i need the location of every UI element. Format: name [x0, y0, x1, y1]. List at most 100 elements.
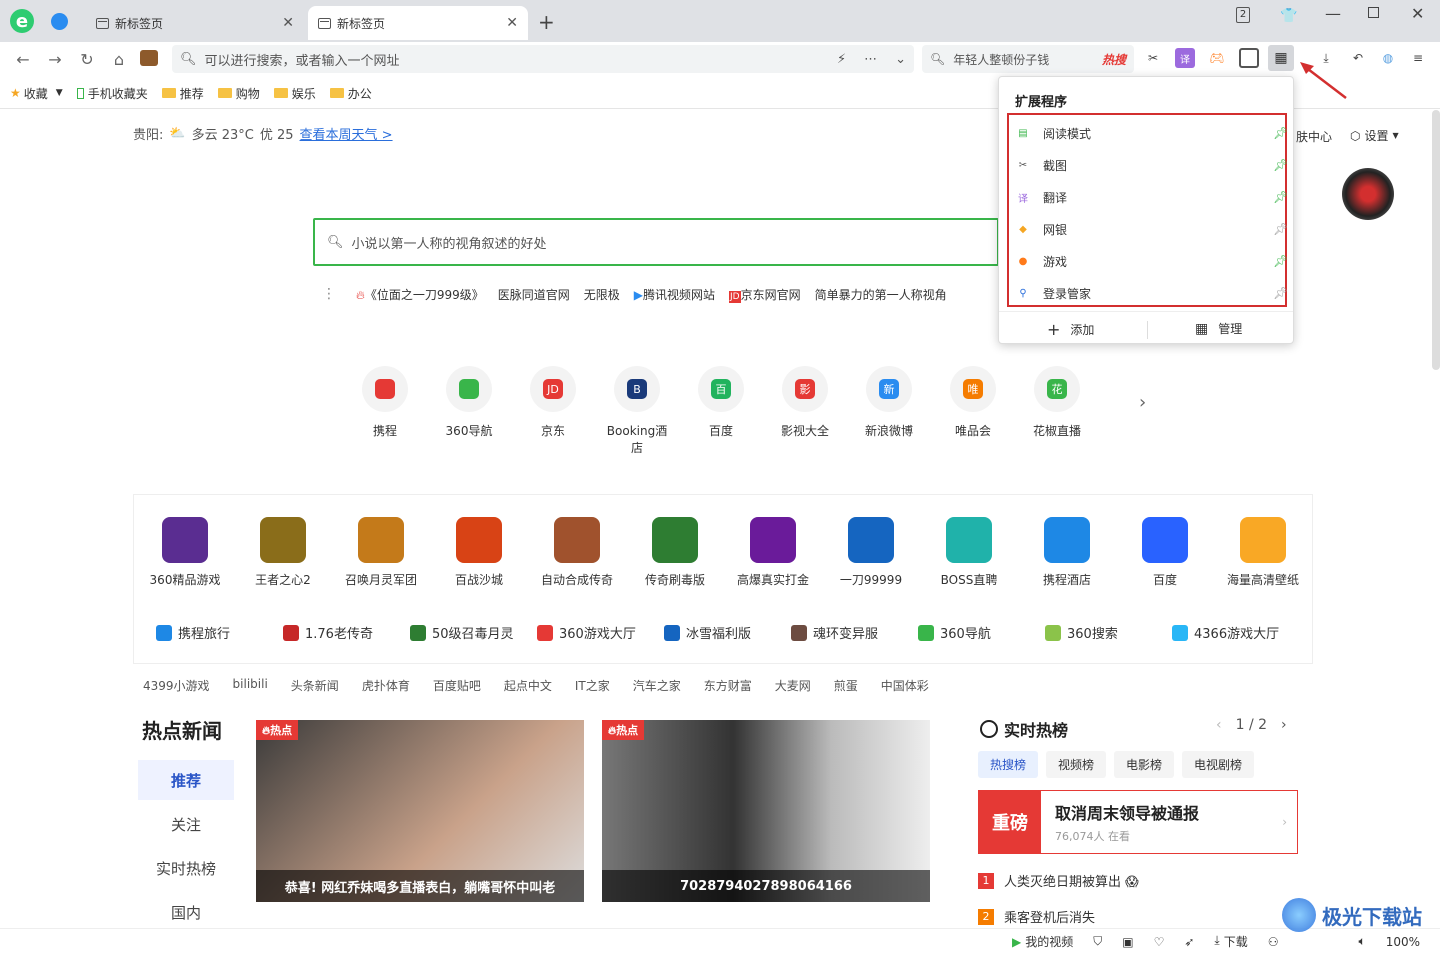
shield-icon[interactable]: ⛉ [1093, 934, 1102, 949]
back-icon[interactable]: ← [12, 48, 34, 70]
home-icon[interactable]: ⌂ [108, 48, 130, 70]
bookmark-folder[interactable]: 推荐 [161, 85, 204, 102]
site-item[interactable]: 新新浪微博 [857, 366, 921, 456]
weather-week-link[interactable]: 查看本周天气 > [300, 124, 393, 143]
text-link[interactable]: 煎蛋 [834, 677, 858, 694]
site-item[interactable]: JD 京东 [521, 366, 585, 456]
game-link[interactable]: 携程旅行 [156, 623, 283, 642]
game-item[interactable]: BOSS直聘 [920, 517, 1018, 588]
skin-center-link[interactable]: 肤中心 [1296, 128, 1332, 145]
extension-row[interactable]: ◆ 网银 📌︎ [999, 213, 1293, 245]
text-link[interactable]: 中国体彩 [881, 677, 929, 694]
hot-link[interactable]: ▶腾讯视频网站 [634, 286, 715, 303]
site-item[interactable]: 360导航 [437, 366, 501, 456]
site-item[interactable]: 携程 [353, 366, 417, 456]
gamepad-icon[interactable]: 🎮︎ [1207, 48, 1227, 68]
pin-icon[interactable]: 📌︎ [1273, 158, 1288, 172]
chevron-down-icon[interactable]: ⌄ [895, 52, 906, 67]
tab-count-badge[interactable]: 2 [1236, 7, 1250, 23]
game-link[interactable]: 360游戏大厅 [537, 623, 664, 642]
main-search-input[interactable]: 🔍︎ 小说以第一人称的视角叙述的好处 [313, 218, 999, 266]
extension-row[interactable]: ⚲ 登录管家 📌︎ [999, 277, 1293, 309]
hot-link[interactable]: 医脉同道官网 [498, 286, 570, 303]
game-item[interactable]: 百度 [1116, 517, 1214, 588]
news-tab-follow[interactable]: 关注 [138, 804, 234, 844]
site-item[interactable]: 唯唯品会 [941, 366, 1005, 456]
tab-1[interactable]: 新标签页 ✕ [86, 6, 304, 40]
text-link[interactable]: 虎扑体育 [362, 677, 410, 694]
send-icon[interactable] [51, 13, 68, 30]
game-link[interactable]: 魂环变异服 [791, 623, 918, 642]
news-tab-recommend[interactable]: 推荐 [138, 760, 234, 800]
more-icon[interactable]: ⋯ [864, 52, 877, 67]
game-link[interactable]: 冰雪福利版 [664, 623, 791, 642]
news-card[interactable]: 🔥︎热点 恭喜! 网红乔妹喝多直播表白，躺嘴哥怀中叫老 [256, 720, 584, 902]
game-link[interactable]: 50级召毒月灵 [410, 623, 537, 642]
bookmark-favorites[interactable]: ★ 收藏 ▼ [10, 85, 63, 102]
new-tab-button[interactable]: + [538, 10, 555, 34]
lightning-icon[interactable]: ⚡ [837, 52, 846, 67]
game-link[interactable]: 360导航 [918, 623, 1045, 642]
text-link[interactable]: 头条新闻 [291, 677, 339, 694]
extension-row[interactable]: ● 游戏 📌︎ [999, 245, 1293, 277]
hot-link[interactable]: 简单暴力的第一人称视角 [815, 286, 947, 303]
extension-row[interactable]: ✂ 截图 📌︎ [999, 149, 1293, 181]
hot-search-badge[interactable]: 热搜 [1102, 51, 1126, 68]
rocket-icon[interactable]: ➶ [1184, 935, 1194, 949]
add-extension-button[interactable]: + 添加 [1047, 320, 1094, 339]
pin-icon[interactable]: 📌︎ [1273, 190, 1288, 204]
briefcase-icon[interactable] [140, 50, 158, 66]
hot-link[interactable]: 无限极 [584, 286, 620, 303]
side-search-box[interactable]: 🔍︎ 年轻人整顿份子钱 热搜 [922, 45, 1134, 73]
site-item[interactable]: 花花椒直播 [1025, 366, 1089, 456]
news-tab-domestic[interactable]: 国内 [138, 892, 234, 932]
site-item[interactable]: B Booking酒店 [605, 366, 669, 456]
speaker-icon[interactable]: 🔈︎ [1358, 934, 1365, 949]
tab-close-icon[interactable]: ✕ [506, 15, 518, 31]
bookmark-folder[interactable]: 购物 [217, 85, 260, 102]
download-button[interactable]: ⤓ 下载 [1214, 933, 1247, 950]
rank-item[interactable]: 1 人类灭绝日期被算出 😱 [978, 871, 1139, 890]
text-link[interactable]: 汽车之家 [633, 677, 681, 694]
game-link[interactable]: 4366游戏大厅 [1172, 623, 1299, 642]
address-bar[interactable]: 🔍︎ 可以进行搜索，或者输入一个网址 ⚡ ⋯ ⌄ [172, 45, 914, 73]
browser-logo-icon[interactable]: e [10, 9, 34, 33]
game-item[interactable]: 自动合成传奇 [528, 517, 626, 588]
menu-icon[interactable]: ≡ [1408, 48, 1428, 68]
featured-rank[interactable]: 重磅 取消周末领导被通报 76,074人 在看 › [978, 790, 1298, 854]
chevron-right-icon[interactable]: › [1139, 392, 1146, 413]
game-item[interactable]: 高爆真实打金 [724, 517, 822, 588]
rank-tab[interactable]: 热搜榜 [978, 751, 1039, 778]
tab-close-icon[interactable]: ✕ [282, 15, 294, 31]
text-link[interactable]: 东方财富 [704, 677, 752, 694]
scissors-icon[interactable]: ✂ [1143, 48, 1163, 68]
extension-row[interactable]: ▤ 阅读模式 📌︎ [999, 117, 1293, 149]
game-item[interactable]: 王者之心2 [234, 517, 332, 588]
game-link[interactable]: 1.76老传奇 [283, 623, 410, 642]
rank-item[interactable]: 2 乘客登机后消失 [978, 907, 1095, 926]
game-item[interactable]: 一刀99999 [822, 517, 920, 588]
extension-row[interactable]: 译 翻译 📌︎ [999, 181, 1293, 213]
chevron-right-icon[interactable]: › [1281, 717, 1287, 733]
maximize-button[interactable] [1368, 7, 1379, 18]
zoom-level[interactable]: 100% [1386, 935, 1420, 949]
site-item[interactable]: 影影视大全 [773, 366, 837, 456]
text-link[interactable]: 4399小游戏 [143, 677, 210, 694]
rank-tab[interactable]: 视频榜 [1046, 751, 1107, 778]
skin-shirt-icon[interactable]: 👕 [1280, 8, 1297, 24]
text-link[interactable]: bilibili [233, 677, 268, 694]
my-video-button[interactable]: ▶ 我的视频 [1012, 933, 1073, 950]
bookmark-folder[interactable]: 办公 [329, 85, 372, 102]
game-item[interactable]: 传奇刷毒版 [626, 517, 724, 588]
avatar[interactable] [1342, 168, 1394, 220]
extensions-grid-icon[interactable]: ▦ [1268, 45, 1294, 71]
more-vertical-icon[interactable]: ⋮ [322, 286, 336, 302]
forward-icon[interactable]: → [44, 48, 66, 70]
hot-link[interactable]: JD京东网官网 [729, 286, 801, 303]
rank-tab[interactable]: 电视剧榜 [1182, 751, 1255, 778]
bookmark-mobile[interactable]: 手机收藏夹 [76, 85, 148, 102]
manage-extension-button[interactable]: ▦ 管理 [1195, 320, 1242, 337]
pin-icon[interactable]: 📌︎ [1273, 286, 1288, 300]
pin-icon[interactable]: 📌︎ [1273, 254, 1288, 268]
tab-2[interactable]: 新标签页 ✕ [308, 6, 528, 40]
